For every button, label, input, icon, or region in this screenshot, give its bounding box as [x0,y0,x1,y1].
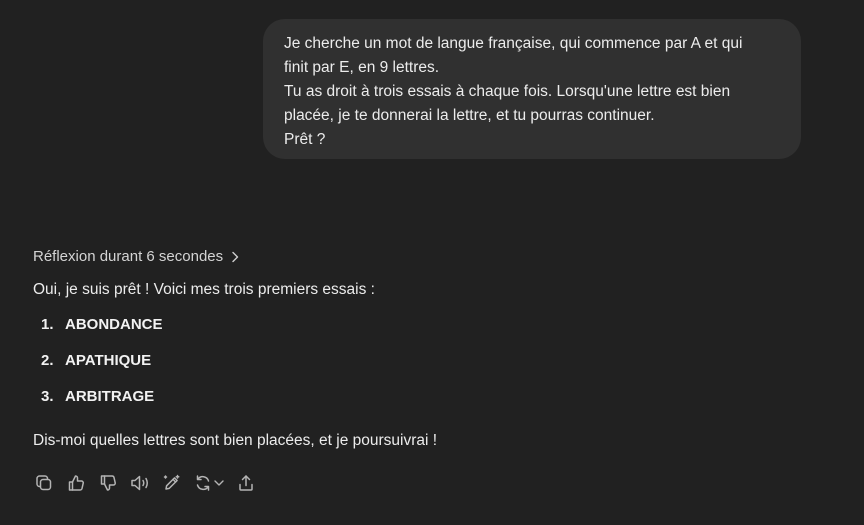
guess-list: 1. ABONDANCE 2. APATHIQUE 3. ARBITRAGE [41,314,163,422]
read-aloud-icon [131,475,148,491]
thumbs-down-icon [100,475,116,491]
user-message-line: Tu as droit à trois essais à chaque fois… [284,83,731,100]
regenerate-icon [196,475,210,491]
list-item: 1. ABONDANCE [41,314,163,350]
user-message-line: finit par E, en 9 lettres. [284,59,440,76]
message-actions-bar [32,471,266,495]
assistant-outro: Dis-moi quelles lettres sont bien placée… [33,432,438,449]
edit-canvas-icon [163,474,180,490]
share-icon [239,475,253,491]
list-item-word: ARBITRAGE [65,388,155,405]
reasoning-label: Réflexion durant 6 secondes [33,248,224,265]
list-item: 2. APATHIQUE [41,350,163,386]
user-message-bubble: Je cherche un mot de langue française, q… [263,19,801,159]
share-button[interactable] [234,471,258,495]
user-message-line: Prêt ? [284,131,326,148]
edit-in-canvas-button[interactable] [160,471,184,495]
good-response-button[interactable] [64,471,88,495]
list-item-number: 2. [41,352,54,369]
chevron-right-icon [230,251,240,263]
user-message-line: placée, je te donnerai la lettre, et tu … [284,107,655,124]
list-item-word: APATHIQUE [65,352,152,369]
list-item-number: 3. [41,388,54,405]
thumbs-up-icon [68,475,84,491]
regenerate-button[interactable] [192,471,226,495]
reasoning-toggle[interactable]: Réflexion durant 6 secondes [33,246,240,268]
user-message-line: Je cherche un mot de langue française, q… [284,35,743,52]
list-item: 3. ARBITRAGE [41,386,163,422]
copy-icon [36,475,52,491]
assistant-intro: Oui, je suis prêt ! Voici mes trois prem… [33,281,375,298]
chevron-down-icon [214,480,224,486]
copy-button[interactable] [32,471,56,495]
bad-response-button[interactable] [96,471,120,495]
list-item-word: ABONDANCE [65,316,163,333]
list-item-number: 1. [41,316,54,333]
read-aloud-button[interactable] [128,471,152,495]
